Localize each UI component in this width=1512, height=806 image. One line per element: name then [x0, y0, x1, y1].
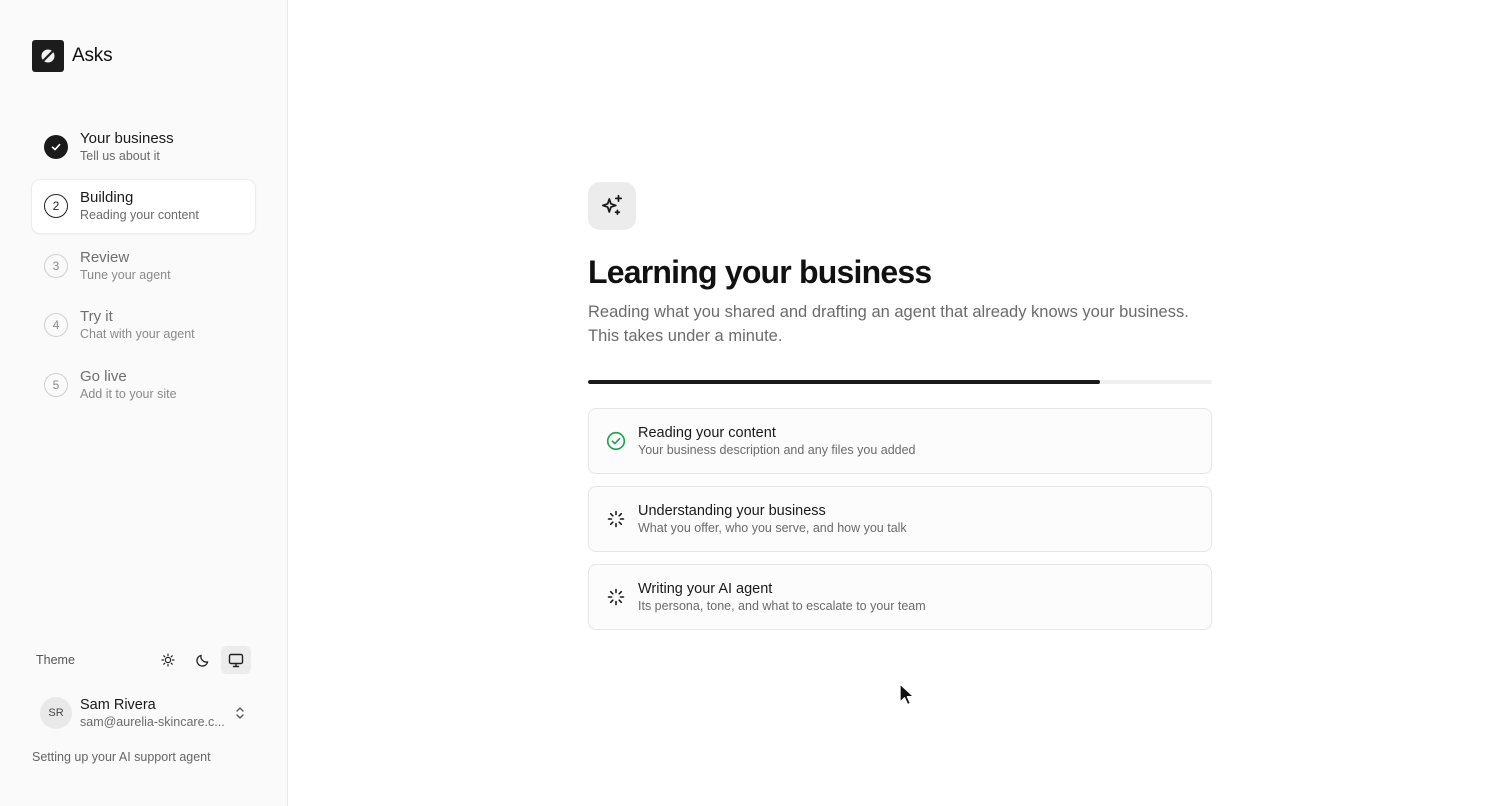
brand[interactable]: Asks	[32, 40, 113, 72]
check-circle-icon	[605, 430, 627, 452]
chevron-up-down-icon	[231, 704, 249, 722]
mouse-cursor-icon	[898, 683, 916, 712]
footer-text: Setting up your AI support agent	[32, 750, 211, 764]
step-subtitle: Add it to your site	[80, 386, 177, 401]
progress-fill	[588, 380, 1100, 384]
task-item: Understanding your business What you off…	[588, 486, 1212, 552]
step-number: 5	[44, 372, 68, 397]
task-subtitle: Its persona, tone, and what to escalate …	[638, 599, 926, 613]
sun-icon[interactable]	[153, 646, 183, 674]
task-subtitle: Your business description and any files …	[638, 443, 916, 457]
task-subtitle: What you offer, who you serve, and how y…	[638, 521, 907, 535]
step-building[interactable]: 2 Building Reading your content	[32, 179, 255, 233]
task-title: Understanding your business	[638, 503, 826, 519]
step-title: Go live	[80, 367, 127, 385]
check-icon	[44, 134, 68, 159]
step-title: Your business	[80, 129, 174, 147]
brand-name: Asks	[72, 45, 113, 66]
step-number: 4	[44, 313, 68, 337]
step-subtitle: Reading your content	[80, 208, 199, 222]
step-number: 3	[44, 253, 68, 278]
progress-bar	[588, 380, 1212, 384]
step-list: Your business Tell us about it 2 Buildin…	[32, 120, 255, 418]
task-title: Writing your AI agent	[638, 581, 773, 597]
page-subtitle: Reading what you shared and drafting an …	[588, 303, 1189, 345]
user-email: sam@aurelia-skincare.c...	[80, 715, 225, 729]
task-item: Writing your AI agent Its persona, tone,…	[588, 564, 1212, 630]
account-switcher[interactable]: SR Sam Rivera sam@aurelia-skincare.c...	[40, 696, 255, 730]
task-list: Reading your content Your business descr…	[588, 408, 1212, 630]
step-subtitle: Tune your agent	[80, 267, 171, 282]
sparkles-icon	[588, 182, 636, 230]
step-try-it[interactable]: 4 Try it Chat with your agent	[32, 299, 255, 352]
sidebar: Asks Your business Tell us about it 2 Bu…	[0, 0, 288, 806]
theme-switcher: Theme	[36, 646, 251, 674]
leaf-logo-icon	[32, 40, 64, 72]
step-number: 2	[44, 194, 68, 218]
task-title: Reading your content	[638, 425, 776, 441]
loader-icon	[605, 508, 627, 530]
task-item: Reading your content Your business descr…	[588, 408, 1212, 474]
step-title: Building	[80, 189, 134, 206]
loader-icon	[605, 586, 627, 608]
step-go-live[interactable]: 5 Go live Add it to your site	[32, 358, 255, 411]
avatar: SR	[40, 697, 72, 729]
step-title: Review	[80, 248, 130, 266]
monitor-icon[interactable]	[221, 646, 251, 674]
step-your-business[interactable]: Your business Tell us about it	[32, 120, 255, 173]
main-content: Learning your business Reading what you …	[588, 182, 1212, 642]
step-review[interactable]: 3 Review Tune your agent	[32, 239, 255, 292]
step-subtitle: Tell us about it	[80, 148, 160, 163]
page-title: Learning your business	[588, 254, 932, 290]
user-name: Sam Rivera	[80, 697, 156, 713]
theme-label: Theme	[36, 653, 75, 667]
step-subtitle: Chat with your agent	[80, 327, 195, 341]
step-title: Try it	[80, 308, 113, 325]
moon-icon[interactable]	[187, 646, 217, 674]
